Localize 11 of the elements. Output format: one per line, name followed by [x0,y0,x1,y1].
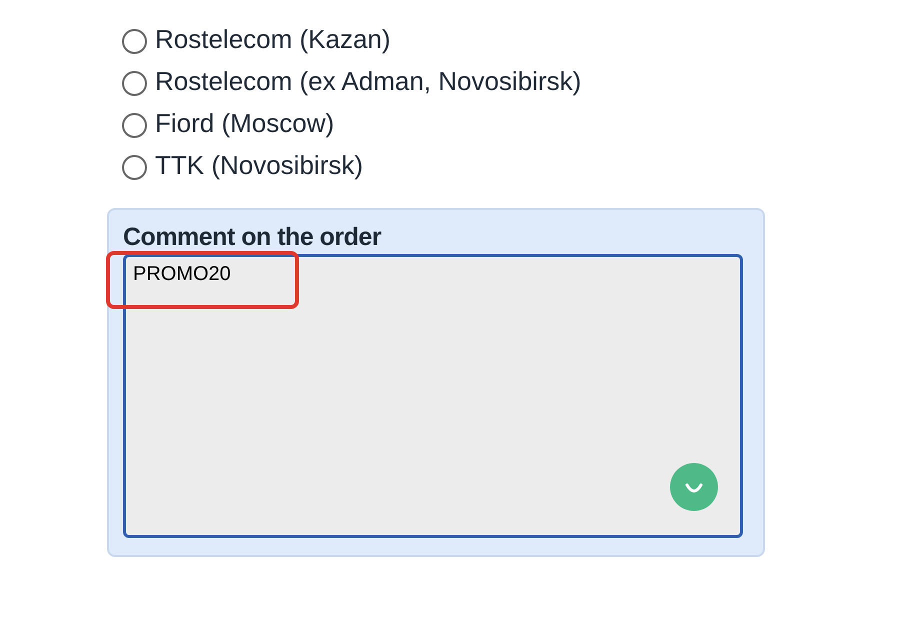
radio-label: Rostelecom (Kazan) [155,22,391,56]
comment-textarea[interactable]: PROMO20 [123,254,743,538]
radio-button[interactable] [122,29,147,54]
radio-label: Fiord (Moscow) [155,106,334,140]
radio-button[interactable] [122,113,147,138]
radio-label: Rostelecom (ex Adman, Novosibirsk) [155,64,582,98]
radio-button[interactable] [122,71,147,96]
field-label: Comment on the order [123,222,382,252]
field-value: PROMO20 [133,262,231,287]
radio-button[interactable] [122,155,147,180]
radio-label: TTK (Novosibirsk) [155,148,364,182]
